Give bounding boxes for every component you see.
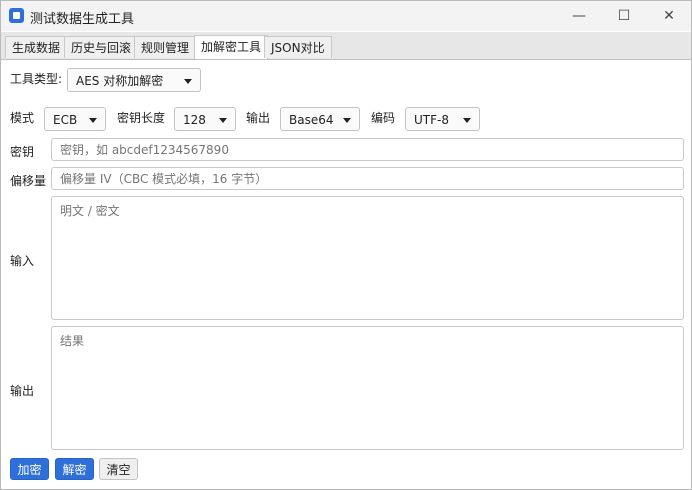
output-label: 输出 [10,384,35,398]
output-format-value: Base64 [289,113,334,127]
maximize-icon[interactable]: ☐ [602,4,646,28]
mode-value: ECB [53,113,78,127]
encoding-label: 编码 [371,111,396,125]
clear-button[interactable]: 清空 [99,458,138,480]
mode-select[interactable]: ECB [44,107,106,131]
tab-bar: 生成数据 历史与回滚 规则管理 加解密工具 JSON对比 [1,32,691,60]
window-title: 测试数据生成工具 [30,12,135,27]
key-length-value: 128 [183,113,206,127]
key-length-select[interactable]: 128 [174,107,236,131]
iv-input[interactable] [51,167,684,190]
iv-label: 偏移量 [10,174,47,188]
key-label: 密钥 [10,145,35,159]
input-label: 输入 [10,254,35,268]
result-output[interactable] [51,326,684,450]
tab-json-compare[interactable]: JSON对比 [264,36,332,58]
tab-rules[interactable]: 规则管理 [134,36,197,58]
output-format-label: 输出 [246,111,271,125]
output-format-select[interactable]: Base64 [280,107,360,131]
chevron-down-icon [184,79,192,84]
tool-type-select[interactable]: AES 对称加解密 [67,68,201,92]
app-window: 测试数据生成工具 — ☐ ✕ 生成数据 历史与回滚 规则管理 加解密工具 JSO… [0,0,692,490]
plaintext-input[interactable] [51,196,684,320]
app-icon [9,8,24,23]
encrypt-button[interactable]: 加密 [10,458,49,480]
encoding-select[interactable]: UTF-8 [405,107,480,131]
chevron-down-icon [89,118,97,123]
tab-history[interactable]: 历史与回滚 [64,36,139,58]
tab-generate[interactable]: 生成数据 [5,36,68,58]
chevron-down-icon [463,118,471,123]
title-bar: 测试数据生成工具 — ☐ ✕ [1,1,691,31]
key-length-label: 密钥长度 [117,111,166,125]
chevron-down-icon [219,118,227,123]
mode-label: 模式 [10,111,35,125]
close-icon[interactable]: ✕ [647,4,691,28]
minimize-icon[interactable]: — [557,4,601,28]
chevron-down-icon [343,118,351,123]
tool-type-value: AES 对称加解密 [76,74,164,88]
encoding-value: UTF-8 [414,113,449,127]
key-input[interactable] [51,138,684,161]
tool-type-label: 工具类型: [10,72,63,86]
tab-crypto[interactable]: 加解密工具 [194,35,269,59]
decrypt-button[interactable]: 解密 [55,458,94,480]
